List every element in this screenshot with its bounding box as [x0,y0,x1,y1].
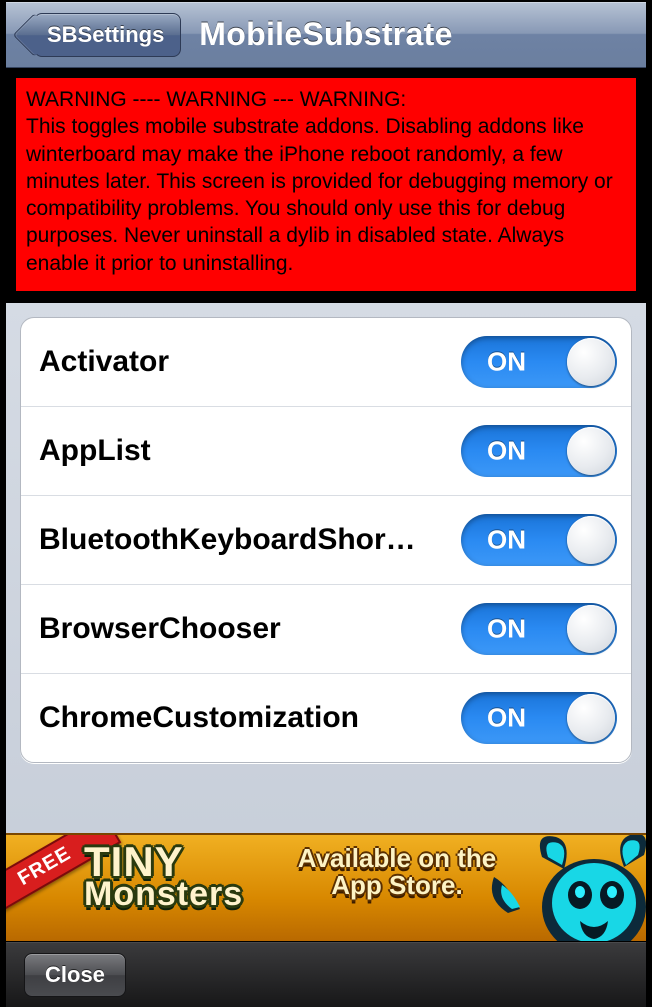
toggle-knob [567,427,615,475]
bottom-toolbar: Close [6,941,646,1007]
toggle-knob [567,338,615,386]
advertisement-banner[interactable]: FREE TINY Monsters Available on the App … [6,833,646,941]
list-item: BluetoothKeyboardShortcuts ON [21,496,631,585]
list-item: BrowserChooser ON [21,585,631,674]
list-item: ChromeCustomization ON [21,674,631,762]
toggle-switch[interactable]: ON [461,514,617,566]
toggle-knob [567,694,615,742]
toggle-knob [567,516,615,564]
warning-container: WARNING ---- WARNING --- WARNING: This t… [6,68,646,303]
ad-game-title: TINY Monsters [84,843,243,909]
toggle-switch[interactable]: ON [461,425,617,477]
addon-label: BluetoothKeyboardShortcuts [39,523,419,557]
addon-list[interactable]: Activator ON AppList ON BluetoothKeyboar… [20,317,632,763]
navbar: SBSettings MobileSubstrate [6,2,646,68]
toggle-knob [567,605,615,653]
close-button-label: Close [45,962,105,987]
ad-mascot-icon [484,833,646,941]
toggle-switch[interactable]: ON [461,692,617,744]
toggle-switch[interactable]: ON [461,603,617,655]
close-button[interactable]: Close [24,953,126,997]
addon-label: AppList [39,434,151,468]
toggle-switch[interactable]: ON [461,336,617,388]
list-item: AppList ON [21,407,631,496]
toggle-on-label: ON [487,614,526,645]
ad-availability-text: Available on the App Store. [292,845,502,900]
back-button[interactable]: SBSettings [34,13,181,57]
content-area: Activator ON AppList ON BluetoothKeyboar… [6,303,646,833]
toggle-on-label: ON [487,525,526,556]
warning-text: WARNING ---- WARNING --- WARNING: This t… [16,78,636,291]
addon-label: Activator [39,345,169,379]
addon-label: BrowserChooser [39,612,281,646]
page-title: MobileSubstrate [199,16,452,53]
back-button-label: SBSettings [47,22,164,48]
addon-label: ChromeCustomization [39,701,359,735]
toggle-on-label: ON [487,703,526,734]
toggle-on-label: ON [487,347,526,378]
list-item: Activator ON [21,318,631,407]
toggle-on-label: ON [487,436,526,467]
